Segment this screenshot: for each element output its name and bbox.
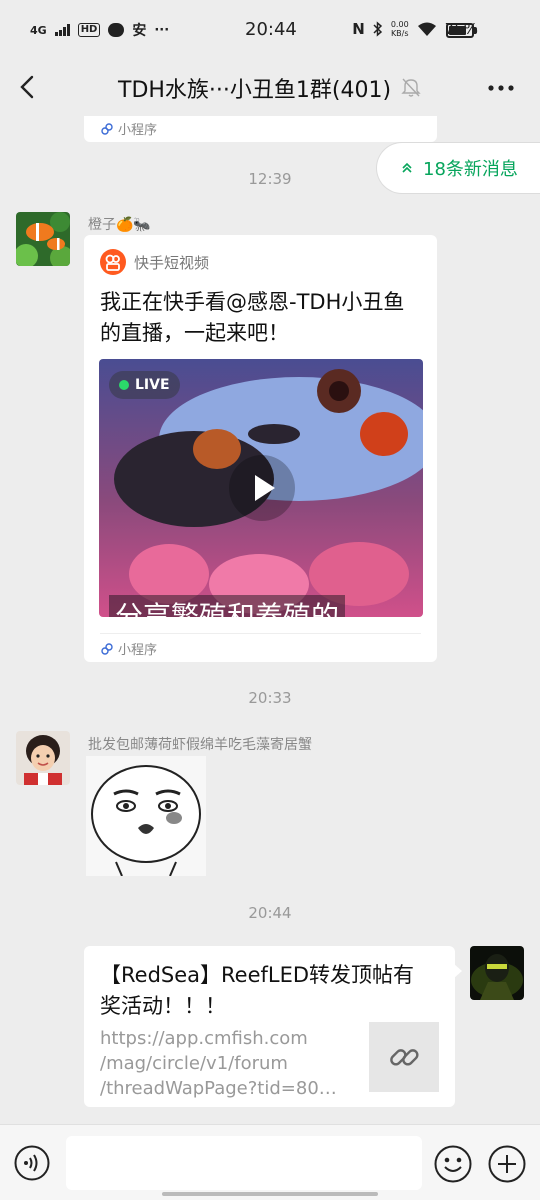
clock: 20:44 — [245, 19, 297, 40]
back-arrow-icon[interactable] — [14, 72, 42, 102]
sender-name: 批发包邮薄荷虾假绵羊吃毛藻寄居蟹 — [88, 737, 312, 753]
app-notification-icon: 安 — [132, 23, 147, 39]
sticker-image[interactable] — [86, 756, 206, 877]
avatar[interactable] — [16, 731, 70, 785]
voice-input-icon[interactable] — [14, 1145, 50, 1181]
link-icon — [390, 1049, 419, 1066]
home-indicator[interactable] — [162, 1192, 378, 1196]
wifi-icon — [417, 22, 436, 36]
mini-program-icon — [101, 642, 113, 655]
add-more-icon[interactable] — [488, 1145, 526, 1183]
chat-header: TDH水族···小丑鱼1群(401) — [0, 60, 540, 116]
input-bar — [0, 1124, 540, 1200]
self-avatar[interactable] — [470, 946, 524, 1000]
battery-icon-nub — [474, 27, 477, 34]
more-options-icon[interactable] — [486, 76, 516, 100]
bluetooth-icon — [373, 21, 382, 37]
status-left: 4G HD 安 ··· — [30, 20, 169, 40]
chat-message-list[interactable]: 小程序 18条新消息 12:39 橙子🍊🐜 快手短视频 我正在快手看@感恩-TD — [0, 116, 540, 1124]
timestamp: 20:44 — [248, 904, 292, 922]
chat-title: TDH水族···小丑鱼1群(401) — [118, 78, 392, 103]
status-bar: 4G HD 安 ··· 20:44 N 0.00 KB/s 75% — [0, 0, 540, 60]
video-thumbnail[interactable]: LIVE 分享繁殖和养殖的 — [99, 359, 423, 617]
more-notifications-icon: ··· — [154, 22, 170, 38]
link-title: 【RedSea】ReefLED转发顶帖有奖活动！！！ — [100, 963, 415, 1018]
video-caption: 分享繁殖和养殖的 — [109, 595, 346, 617]
bubble-tail — [454, 964, 462, 978]
link-thumbnail — [369, 1022, 439, 1092]
emoji-icon[interactable] — [434, 1145, 472, 1183]
nfc-icon: N — [352, 20, 365, 38]
kuaishou-share-card[interactable]: 快手短视频 我正在快手看@感恩-TDH小丑鱼的直播，一起来吧！ LIVE 分享繁… — [84, 235, 437, 662]
kuaishou-logo-icon — [100, 249, 126, 275]
message-notification-icon — [108, 23, 125, 37]
link-share-card[interactable]: 【RedSea】ReefLED转发顶帖有奖活动！！！ https://app.c… — [84, 946, 455, 1107]
app-source: 快手短视频 — [100, 249, 209, 275]
mini-program-footer: 小程序 — [100, 639, 157, 658]
sender-name: 橙子🍊🐜 — [88, 217, 151, 233]
message-input[interactable] — [66, 1136, 422, 1190]
network-speed: 0.00 KB/s — [390, 20, 409, 38]
battery-icon — [446, 23, 474, 38]
mute-bell-icon — [401, 78, 421, 97]
link-description: https://app.cmfish.com /mag/circle/v1/fo… — [100, 1028, 337, 1099]
avatar[interactable] — [16, 212, 70, 266]
timestamp: 12:39 — [248, 170, 292, 188]
network-indicator: 4G — [30, 23, 47, 37]
divider — [100, 633, 421, 634]
app-name: 快手短视频 — [134, 253, 210, 272]
mini-program-icon — [101, 122, 113, 135]
share-title: 我正在快手看@感恩-TDH小丑鱼的直播，一起来吧！ — [100, 290, 405, 345]
timestamp: 20:33 — [248, 689, 292, 707]
live-badge: LIVE — [109, 371, 180, 399]
signal-icon — [54, 24, 70, 36]
live-dot-icon — [119, 380, 129, 390]
play-icon[interactable] — [227, 453, 297, 523]
mini-program-footer: 小程序 — [100, 119, 157, 138]
hd-icon: HD — [77, 23, 101, 37]
mini-program-card[interactable]: 小程序 — [84, 116, 437, 142]
